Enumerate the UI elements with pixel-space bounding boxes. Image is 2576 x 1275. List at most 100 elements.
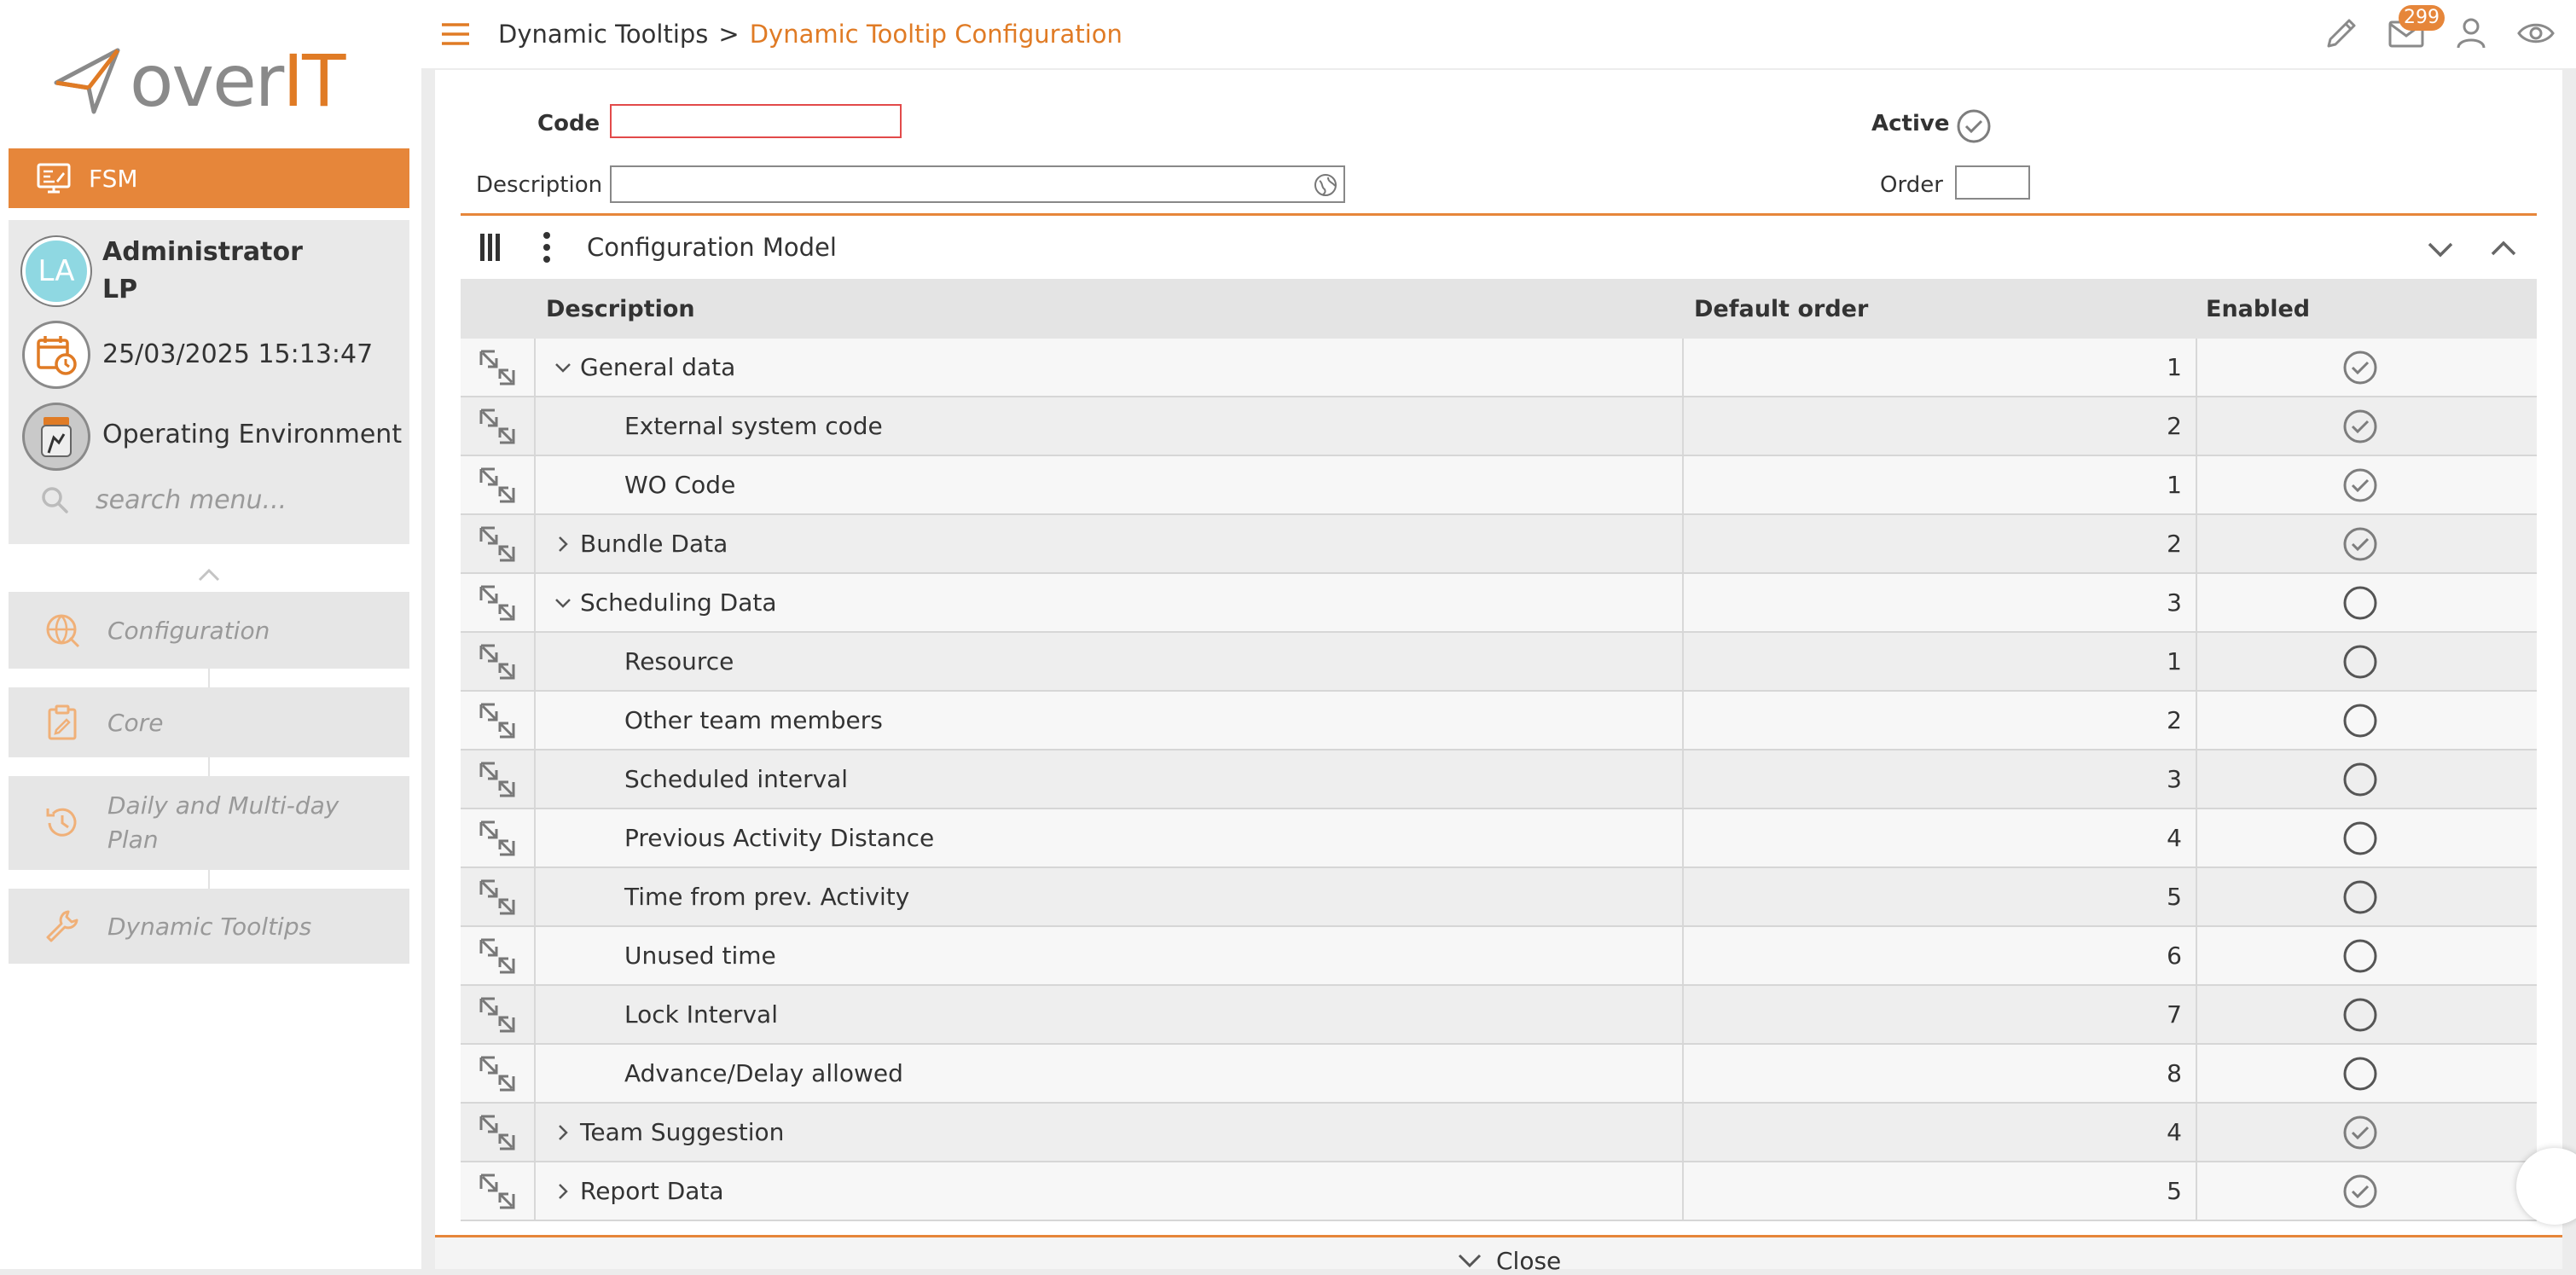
row-drag-handle[interactable] [461,927,536,984]
column-header-default-order[interactable]: Default order [1694,296,2206,322]
chevron-down-icon[interactable] [551,356,575,380]
row-order-cell: 5 [1684,1162,2197,1220]
chevron-right-icon[interactable] [551,1121,575,1145]
module-bar-fsm[interactable]: FSM [9,148,409,208]
row-drag-handle[interactable] [461,868,536,925]
table-row[interactable]: General data 1 [461,339,2537,397]
column-header-enabled[interactable]: Enabled [2206,296,2310,322]
sidebar-item-label: Dynamic Tooltips [107,912,312,941]
row-description-cell: Lock Interval [536,986,1684,1043]
row-enabled-cell[interactable] [2197,692,2537,749]
code-input[interactable] [610,104,902,138]
row-description-cell: Previous Activity Distance [536,809,1684,866]
row-drag-handle[interactable] [461,397,536,455]
row-order: 6 [2167,942,2182,970]
table-row[interactable]: WO Code 1 [461,456,2537,515]
chevron-right-icon[interactable] [551,1179,575,1203]
row-enabled-cell[interactable] [2197,986,2537,1043]
table-row[interactable]: Scheduling Data 3 [461,574,2537,633]
table-row[interactable]: Resource 1 [461,633,2537,692]
drag-move-icon [479,409,515,443]
row-enabled-cell[interactable] [2197,751,2537,808]
pencil-icon[interactable] [2322,14,2361,53]
row-description: General data [580,353,736,381]
code-label: Code [537,111,600,136]
row-enabled-cell[interactable] [2197,1104,2537,1161]
mail-button[interactable]: 299 [2387,5,2445,53]
column-header-description[interactable]: Description [546,296,1694,322]
module-label: FSM [89,164,138,193]
table-row[interactable]: Other team members 2 [461,692,2537,751]
user-name-line1: Administrator [102,237,303,267]
row-enabled-cell[interactable] [2197,1045,2537,1102]
row-description-cell: Unused time [536,927,1684,984]
row-drag-handle[interactable] [461,339,536,396]
table-row[interactable]: External system code 2 [461,397,2537,456]
description-input[interactable] [610,165,1345,203]
chevron-down-icon[interactable] [2424,233,2457,265]
drag-move-icon [479,644,515,679]
hamburger-menu-icon[interactable] [438,17,473,51]
row-enabled-cell[interactable] [2197,868,2537,925]
avatar[interactable]: LA [22,237,90,305]
sidebar-item-core[interactable]: Core [9,687,409,757]
globe-translate-icon[interactable] [1313,172,1338,198]
drag-move-icon [479,879,515,914]
row-drag-handle[interactable] [461,809,536,866]
disabled-circle-icon [2343,880,2377,913]
row-drag-handle[interactable] [461,633,536,690]
table-row[interactable]: Time from prev. Activity 5 [461,868,2537,927]
row-enabled-cell[interactable] [2197,397,2537,455]
table-row[interactable]: Unused time 6 [461,927,2537,986]
active-checkbox[interactable] [1955,107,1993,145]
chevron-up-icon[interactable] [2487,233,2520,265]
row-order: 1 [2167,353,2182,381]
row-order-cell: 2 [1684,515,2197,572]
row-enabled-cell[interactable] [2197,809,2537,866]
row-order: 2 [2167,706,2182,734]
row-enabled-cell[interactable] [2197,633,2537,690]
row-description: Other team members [624,706,883,734]
table-row[interactable]: Report Data 5 [461,1162,2537,1221]
row-drag-handle[interactable] [461,1104,536,1161]
chevron-up-icon[interactable] [196,563,222,588]
enabled-check-icon [2343,351,2377,384]
row-enabled-cell[interactable] [2197,574,2537,631]
sidebar-item-configuration[interactable]: Configuration [9,592,409,669]
sidebar-item-dynamic-tooltips[interactable]: Dynamic Tooltips [9,889,409,964]
row-drag-handle[interactable] [461,515,536,572]
table-row[interactable]: Bundle Data 2 [461,515,2537,574]
chevron-right-icon[interactable] [551,532,575,556]
row-drag-handle[interactable] [461,692,536,749]
enabled-check-icon [2343,1116,2377,1149]
columns-icon[interactable] [479,232,502,263]
table-row[interactable]: Previous Activity Distance 4 [461,809,2537,868]
table-row[interactable]: Lock Interval 7 [461,986,2537,1045]
sidebar-item-daily-plan[interactable]: Daily and Multi-day Plan [9,776,409,870]
user-icon[interactable] [2451,14,2491,53]
search-menu[interactable]: search menu... [39,484,287,515]
breadcrumb-parent[interactable]: Dynamic Tooltips [498,20,708,49]
row-drag-handle[interactable] [461,986,536,1043]
row-enabled-cell[interactable] [2197,927,2537,984]
user-name: Administrator LP [102,234,303,309]
table-row[interactable]: Team Suggestion 4 [461,1104,2537,1162]
row-drag-handle[interactable] [461,574,536,631]
chevron-down-icon[interactable] [551,591,575,615]
eye-icon[interactable] [2516,14,2556,53]
drag-move-icon [479,526,515,561]
row-drag-handle[interactable] [461,751,536,808]
order-input[interactable] [1955,165,2030,200]
row-drag-handle[interactable] [461,1162,536,1220]
row-drag-handle[interactable] [461,456,536,513]
row-enabled-cell[interactable] [2197,515,2537,572]
row-order-cell: 4 [1684,809,2197,866]
more-vertical-icon[interactable] [542,231,551,264]
table-row[interactable]: Scheduled interval 3 [461,751,2537,809]
row-enabled-cell[interactable] [2197,456,2537,513]
table-row[interactable]: Advance/Delay allowed 8 [461,1045,2537,1104]
close-button[interactable]: Close [1455,1246,1561,1275]
row-drag-handle[interactable] [461,1045,536,1102]
row-enabled-cell[interactable] [2197,1162,2537,1220]
row-enabled-cell[interactable] [2197,339,2537,396]
